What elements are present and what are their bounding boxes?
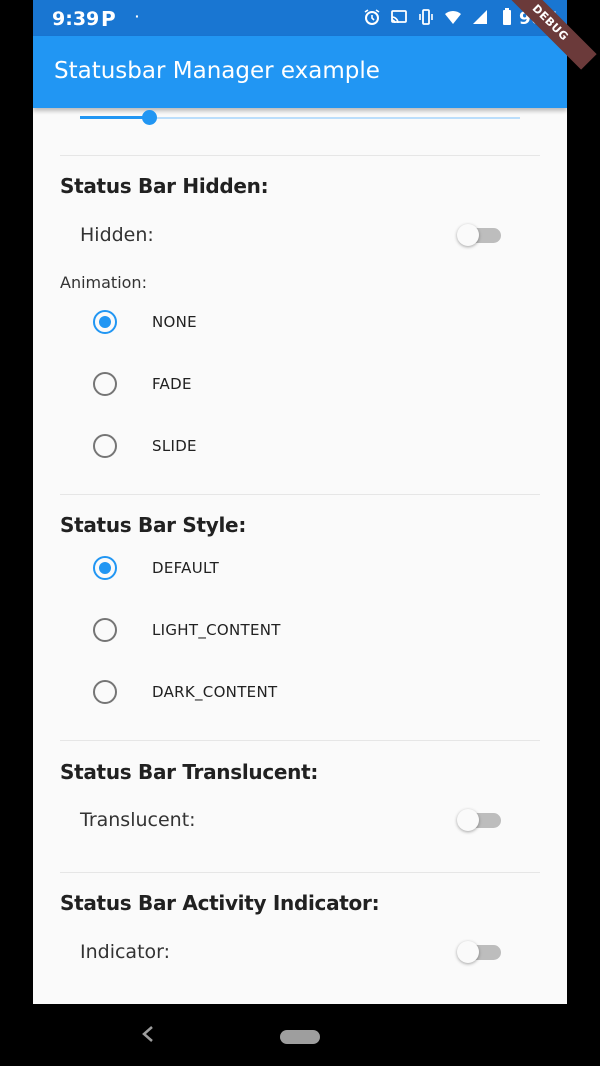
translucent-section-title: Status Bar Translucent: xyxy=(60,760,319,784)
radio-label: SLIDE xyxy=(152,437,197,455)
translucent-toggle-label: Translucent: xyxy=(80,809,196,831)
indicator-section-title: Status Bar Activity Indicator: xyxy=(60,891,380,915)
wifi-icon xyxy=(444,8,462,26)
settings-list[interactable]: Status Bar Hidden: Hidden: Animation: NO… xyxy=(33,108,567,1004)
indicator-toggle-label: Indicator: xyxy=(80,941,171,963)
radio-button[interactable] xyxy=(93,434,117,458)
status-icons xyxy=(363,8,516,26)
hidden-section-title: Status Bar Hidden: xyxy=(60,174,269,198)
radio-label: FADE xyxy=(152,375,192,393)
divider xyxy=(60,494,540,495)
vibrate-icon xyxy=(417,8,435,26)
system-navigation-bar xyxy=(0,1004,600,1066)
animation-label: Animation: xyxy=(60,273,147,292)
indicator-switch[interactable] xyxy=(457,937,503,967)
hidden-toggle-label: Hidden: xyxy=(80,224,154,246)
clock: 9:39 xyxy=(52,8,100,30)
switch-thumb xyxy=(457,224,479,246)
signal-icon xyxy=(471,8,489,26)
divider xyxy=(60,872,540,873)
radio-label: NONE xyxy=(152,313,197,331)
cast-icon xyxy=(390,8,408,26)
alarm-icon xyxy=(363,8,381,26)
radio-button[interactable] xyxy=(93,372,117,396)
radio-button-selected[interactable] xyxy=(93,310,117,334)
app-title: Statusbar Manager example xyxy=(54,58,380,84)
style-section-title: Status Bar Style: xyxy=(60,513,247,537)
app-screen: 9:39 P · 96% Statusbar Manage xyxy=(33,0,567,1004)
radio-label: DARK_CONTENT xyxy=(152,683,278,701)
divider xyxy=(60,740,540,741)
home-pill[interactable] xyxy=(280,1030,320,1044)
radio-button[interactable] xyxy=(93,618,117,642)
parking-app-icon: P xyxy=(101,7,116,31)
slider-active-track xyxy=(80,116,150,119)
opacity-slider[interactable] xyxy=(80,110,520,125)
switch-thumb xyxy=(457,809,479,831)
radio-label: DEFAULT xyxy=(152,559,220,577)
radio-label: LIGHT_CONTENT xyxy=(152,621,281,639)
switch-thumb xyxy=(457,941,479,963)
back-icon[interactable] xyxy=(140,1024,156,1044)
system-status-bar: 9:39 P · 96% xyxy=(33,0,567,36)
battery-icon xyxy=(498,8,516,26)
translucent-switch[interactable] xyxy=(457,805,503,835)
app-bar: Statusbar Manager example xyxy=(33,36,567,108)
slider-thumb[interactable] xyxy=(142,110,157,125)
hidden-switch[interactable] xyxy=(457,220,503,250)
radio-button[interactable] xyxy=(93,680,117,704)
divider xyxy=(60,155,540,156)
radio-button-selected[interactable] xyxy=(93,556,117,580)
notification-dot: · xyxy=(135,8,140,24)
